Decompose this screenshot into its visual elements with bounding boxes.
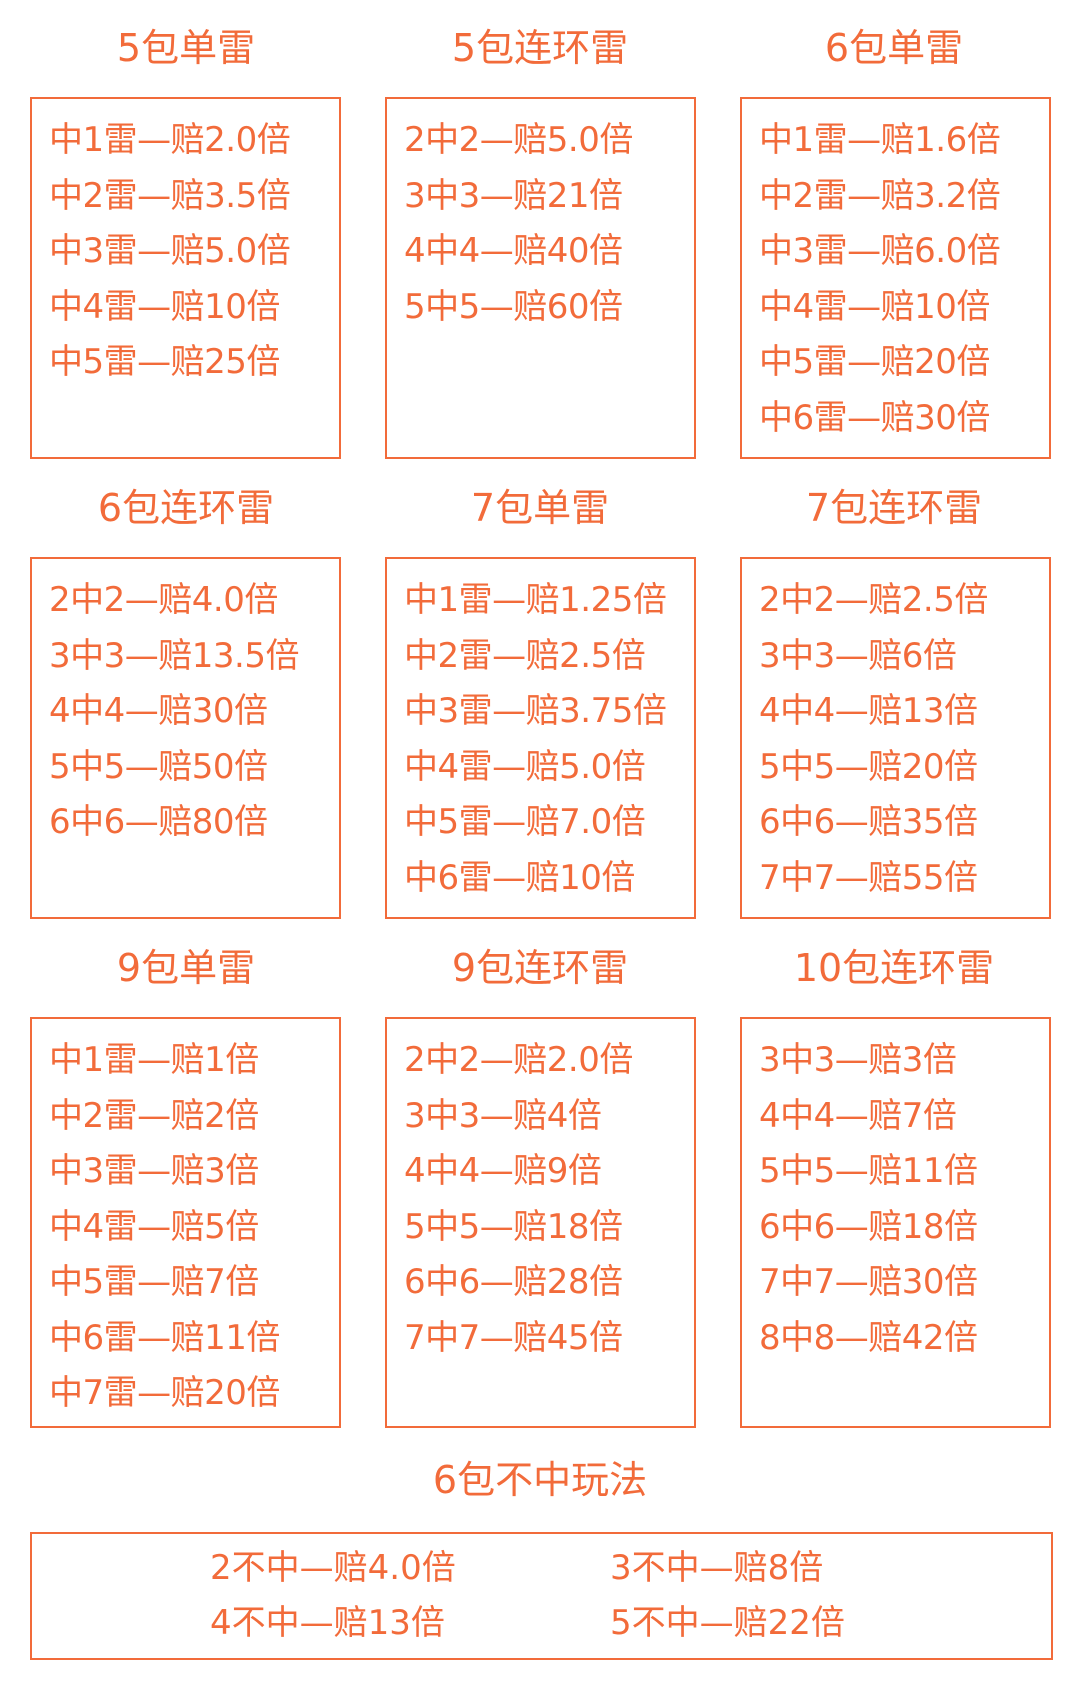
payout-line: 中1雷—赔1.25倍 [404, 580, 667, 620]
payout-box-6-chain: 2中2—赔4.0倍 3中3—赔13.5倍 4中4—赔30倍 5中5—赔50倍 6… [30, 557, 341, 919]
payout-line: 3中3—赔4倍 [404, 1095, 602, 1136]
payout-box-9-chain: 2中2—赔2.0倍 3中3—赔4倍 4中4—赔9倍 5中5—赔18倍 6中6—赔… [385, 1017, 696, 1428]
payout-line: 中2雷—赔3.5倍 [49, 175, 291, 216]
panel-title-9-single: 9包单雷 [116, 946, 256, 990]
payout-line: 中6雷—赔11倍 [49, 1317, 280, 1358]
payout-line: 4中4—赔13倍 [759, 691, 978, 731]
panel-title-6-chain: 6包连环雷 [97, 486, 275, 530]
payout-line: 中2雷—赔2.5倍 [404, 635, 646, 676]
payout-line: 6中6—赔28倍 [404, 1262, 623, 1302]
payout-line: 4中4—赔40倍 [404, 231, 623, 271]
payout-line: 中4雷—赔10倍 [49, 286, 280, 327]
payout-line: 中1雷—赔1.6倍 [759, 120, 1001, 160]
payout-line: 6中6—赔18倍 [759, 1206, 978, 1247]
payout-line: 中3雷—赔6.0倍 [759, 231, 1001, 271]
payout-line: 7中7—赔55倍 [759, 857, 978, 898]
payout-line: 中4雷—赔5.0倍 [404, 746, 646, 787]
payout-line: 6中6—赔80倍 [49, 802, 268, 842]
payout-line: 中3雷—赔5.0倍 [49, 231, 291, 271]
payout-line: 中3雷—赔3倍 [49, 1151, 259, 1191]
payout-line: 中2雷—赔2倍 [49, 1095, 259, 1136]
payout-line: 6中6—赔35倍 [759, 802, 978, 842]
panel-title-5-chain: 5包连环雷 [451, 26, 629, 70]
payout-line: 5不中—赔22倍 [610, 1603, 845, 1643]
payout-line: 中7雷—赔20倍 [49, 1373, 280, 1413]
payout-box-6-single: 中1雷—赔1.6倍 中2雷—赔3.2倍 中3雷—赔6.0倍 中4雷—赔10倍 中… [740, 97, 1051, 459]
payout-line: 7中7—赔45倍 [404, 1317, 623, 1358]
payout-line: 4中4—赔9倍 [404, 1151, 602, 1191]
payout-line: 5中5—赔20倍 [759, 746, 978, 787]
panel-title-5-single: 5包单雷 [116, 26, 256, 70]
payout-line: 中4雷—赔5倍 [49, 1206, 259, 1247]
payout-line: 3中3—赔3倍 [759, 1040, 957, 1080]
payout-box-6-no-hit: 2不中—赔4.0倍 3不中—赔8倍 4不中—赔13倍 5不中—赔22倍 [30, 1532, 1053, 1660]
payout-line: 2不中—赔4.0倍 [210, 1548, 456, 1588]
payout-line: 3中3—赔21倍 [404, 175, 623, 216]
payout-line: 2中2—赔2.5倍 [759, 580, 988, 620]
payout-line: 3中3—赔6倍 [759, 635, 957, 676]
panel-title-7-single: 7包单雷 [470, 486, 610, 530]
payout-line: 5中5—赔18倍 [404, 1206, 623, 1247]
payout-line: 5中5—赔50倍 [49, 746, 268, 787]
payout-line: 中2雷—赔3.2倍 [759, 175, 1001, 216]
payout-box-10-chain: 3中3—赔3倍 4中4—赔7倍 5中5—赔11倍 6中6—赔18倍 7中7—赔3… [740, 1017, 1051, 1428]
payout-line: 中1雷—赔2.0倍 [49, 120, 291, 160]
payout-line: 中5雷—赔25倍 [49, 342, 280, 382]
payout-box-5-single: 中1雷—赔2.0倍 中2雷—赔3.5倍 中3雷—赔5.0倍 中4雷—赔10倍 中… [30, 97, 341, 459]
payout-line: 中1雷—赔1倍 [49, 1040, 259, 1080]
payout-line: 中3雷—赔3.75倍 [404, 691, 667, 731]
payout-line: 5中5—赔60倍 [404, 286, 623, 327]
payout-line: 3中3—赔13.5倍 [49, 635, 299, 676]
panel-title-9-chain: 9包连环雷 [451, 946, 629, 990]
payout-line: 2中2—赔5.0倍 [404, 120, 633, 160]
payout-box-7-chain: 2中2—赔2.5倍 3中3—赔6倍 4中4—赔13倍 5中5—赔20倍 6中6—… [740, 557, 1051, 919]
payout-line: 中5雷—赔7.0倍 [404, 802, 646, 842]
payout-line: 中5雷—赔7倍 [49, 1262, 259, 1302]
payout-line: 4中4—赔30倍 [49, 691, 268, 731]
panel-title-6-single: 6包单雷 [824, 26, 964, 70]
bottom-title: 6包不中玩法 [432, 1458, 648, 1502]
payout-line: 中4雷—赔10倍 [759, 286, 990, 327]
payout-line: 2中2—赔4.0倍 [49, 580, 278, 620]
payout-line: 5中5—赔11倍 [759, 1151, 978, 1191]
payout-line: 7中7—赔30倍 [759, 1262, 978, 1302]
payout-line: 3不中—赔8倍 [610, 1548, 824, 1588]
panel-title-10-chain: 10包连环雷 [793, 946, 995, 990]
payout-line: 中6雷—赔30倍 [759, 397, 990, 438]
payout-box-9-single: 中1雷—赔1倍 中2雷—赔2倍 中3雷—赔3倍 中4雷—赔5倍 中5雷—赔7倍 … [30, 1017, 341, 1428]
payout-line: 4中4—赔7倍 [759, 1095, 957, 1136]
payout-line: 中5雷—赔20倍 [759, 342, 990, 382]
payout-line: 2中2—赔2.0倍 [404, 1040, 633, 1080]
payout-box-5-chain: 2中2—赔5.0倍 3中3—赔21倍 4中4—赔40倍 5中5—赔60倍 [385, 97, 696, 459]
payout-line: 4不中—赔13倍 [210, 1603, 445, 1643]
payout-box-7-single: 中1雷—赔1.25倍 中2雷—赔2.5倍 中3雷—赔3.75倍 中4雷—赔5.0… [385, 557, 696, 919]
panel-title-7-chain: 7包连环雷 [805, 486, 983, 530]
payout-line: 中6雷—赔10倍 [404, 857, 635, 898]
payout-line: 8中8—赔42倍 [759, 1317, 978, 1358]
